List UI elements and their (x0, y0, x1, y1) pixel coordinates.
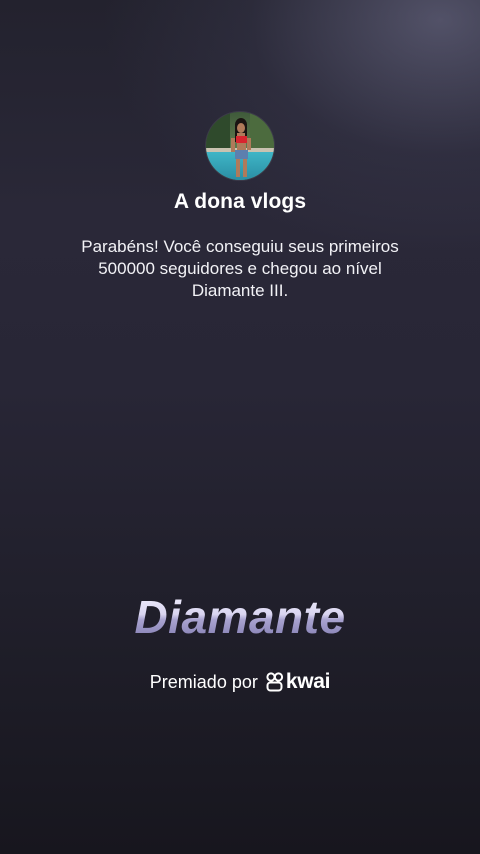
level-title-graphic: Diamante (134, 591, 345, 643)
level-title-text: Diamante (134, 591, 345, 643)
kwai-logo: kwai (266, 670, 330, 694)
award-label: Premiado por (149, 671, 258, 692)
kwai-logo-icon (266, 672, 283, 692)
username: A dona vlogs (173, 190, 307, 213)
level-up-screen: A dona vlogs Parabéns! Você conseguiu se… (0, 0, 480, 854)
kwai-wordmark: kwai (285, 670, 331, 693)
congratulation-message: Parabéns! Você conseguiu seus primeiros … (81, 237, 399, 300)
award-line: Premiado por kwai (0, 670, 480, 694)
avatar[interactable] (206, 112, 274, 180)
profile-photo (206, 112, 274, 180)
level-title: Diamante (0, 586, 480, 651)
